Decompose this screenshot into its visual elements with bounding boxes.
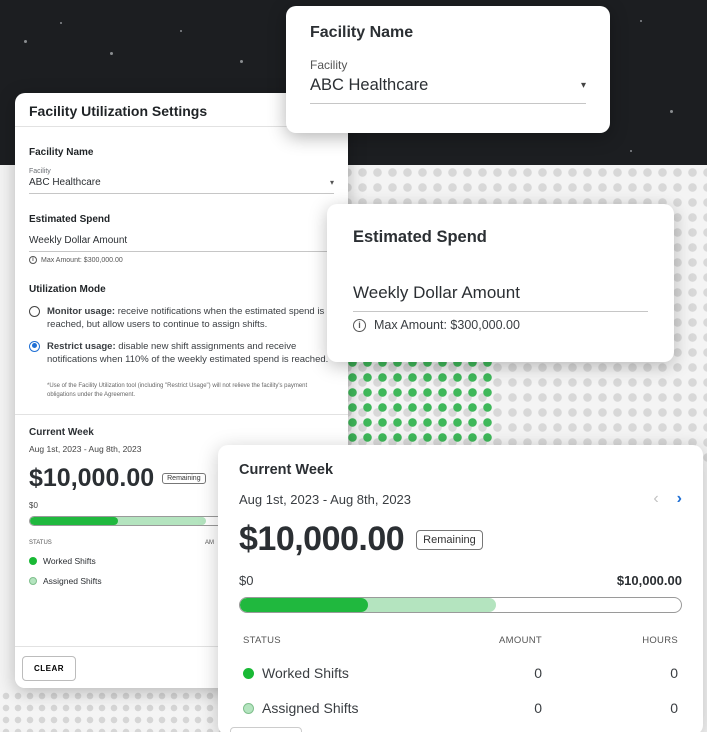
monitor-usage-radio[interactable] <box>29 306 40 317</box>
restrict-usage-title: Restrict usage: <box>47 340 116 352</box>
background-speck <box>110 52 113 55</box>
facility-select-value: ABC Healthcare <box>29 177 101 188</box>
assigned-shifts-label: Assigned Shifts <box>262 700 359 716</box>
week-navigation: ‹ › <box>653 490 682 508</box>
current-week-title: Current Week <box>29 427 94 439</box>
weekly-dollar-amount-input[interactable]: Weekly Dollar Amount <box>29 235 334 252</box>
week-card-title: Current Week <box>239 462 334 478</box>
spend-card-hint-text: Max Amount: $300,000.00 <box>374 318 520 332</box>
remaining-badge: Remaining <box>162 473 206 485</box>
utilization-disclaimer: *Use of the Facility Utilization tool (i… <box>47 383 308 399</box>
facility-field-label: Facility <box>29 168 51 175</box>
week-card-remaining-badge: Remaining <box>416 529 483 550</box>
worked-shifts-amount: 0 <box>534 665 542 681</box>
shift-status-table: STATUS AMOUNT HOURS Worked Shifts 0 0 As… <box>239 635 682 716</box>
background-speck <box>640 20 642 22</box>
week-card-min-label: $0 <box>239 573 254 588</box>
estimated-spend-card: Estimated Spend Weekly Dollar Amount i M… <box>327 204 674 362</box>
facility-card-select[interactable]: ABC Healthcare ▾ <box>310 76 586 104</box>
status-column-header: STATUS <box>243 635 281 646</box>
restrict-usage-text: Restrict usage: disable new shift assign… <box>47 340 334 367</box>
section-divider <box>15 414 348 416</box>
hours-column-header: HOURS <box>642 635 678 646</box>
chevron-right-icon[interactable]: › <box>677 490 682 508</box>
facility-name-card: Facility Name Facility ABC Healthcare ▾ <box>286 6 610 133</box>
week-card-remaining-amount: $10,000.00 <box>239 520 405 558</box>
restrict-usage-option[interactable]: Restrict usage: disable new shift assign… <box>29 340 334 367</box>
amount-column-header: AM <box>205 540 214 547</box>
chevron-left-icon[interactable]: ‹ <box>653 490 658 508</box>
info-circle-icon: i <box>353 318 366 332</box>
monitor-usage-text: Monitor usage: receive notifications whe… <box>47 305 334 332</box>
monitor-usage-option[interactable]: Monitor usage: receive notifications whe… <box>29 305 334 332</box>
status-column-header: STATUS <box>29 540 52 547</box>
worked-status-dot <box>243 667 254 679</box>
background-speck <box>180 30 182 32</box>
worked-shifts-hours: 0 <box>670 665 678 681</box>
estimated-spend-section-title: Estimated Spend <box>29 214 111 225</box>
worked-shifts-label: Worked Shifts <box>43 556 96 567</box>
current-week-card: Current Week Aug 1st, 2023 - Aug 8th, 20… <box>218 445 703 732</box>
info-circle-icon: i <box>29 256 37 264</box>
background-speck <box>60 22 62 24</box>
week-card-max-label: $10,000.00 <box>616 573 682 588</box>
week-card-footer-button[interactable] <box>230 727 302 732</box>
caret-down-icon: ▾ <box>329 178 334 187</box>
background-speck <box>24 40 27 43</box>
background-green-dot-pattern <box>345 355 495 445</box>
worked-progress-fill <box>240 598 368 612</box>
amount-column-header: AMOUNT <box>499 635 542 646</box>
assigned-status-dot <box>29 577 37 586</box>
week-card-amount-row: $10,000.00 Remaining <box>239 520 682 559</box>
spend-card-input[interactable]: Weekly Dollar Amount <box>353 283 648 312</box>
facility-card-label: Facility <box>310 58 348 72</box>
assigned-shifts-hours: 0 <box>670 700 678 716</box>
facility-section-title: Facility Name <box>29 147 94 158</box>
remaining-amount: $10,000.00 <box>29 464 155 493</box>
max-amount-hint: i Max Amount: $300,000.00 <box>29 256 334 264</box>
utilization-mode-section-title: Utilization Mode <box>29 284 106 295</box>
assigned-status-dot <box>243 702 254 714</box>
assigned-shifts-label: Assigned Shifts <box>43 576 102 587</box>
week-card-dates: Aug 1st, 2023 - Aug 8th, 2023 <box>239 491 412 507</box>
background-bottom-dot-pattern <box>0 690 230 732</box>
week-card-progress-bar <box>239 597 682 613</box>
worked-shifts-label: Worked Shifts <box>262 665 349 681</box>
week-card-date-row: Aug 1st, 2023 - Aug 8th, 2023 ‹ › <box>239 490 682 508</box>
worked-shifts-cell: Worked Shifts <box>243 665 422 681</box>
table-row: Assigned Shifts 0 0 <box>239 700 682 716</box>
max-amount-hint-text: Max Amount: $300,000.00 <box>41 256 123 264</box>
weekly-dollar-amount-placeholder: Weekly Dollar Amount <box>29 235 128 246</box>
worked-status-dot <box>29 557 37 566</box>
facility-card-title: Facility Name <box>310 24 414 41</box>
worked-progress-fill <box>30 517 118 526</box>
spend-card-title: Estimated Spend <box>353 228 487 246</box>
shift-status-table-header: STATUS AMOUNT HOURS <box>239 635 682 646</box>
table-row: Worked Shifts 0 0 <box>239 665 682 681</box>
week-card-range-labels: $0 $10,000.00 <box>239 573 682 588</box>
facility-card-value: ABC Healthcare <box>310 76 429 94</box>
assigned-shifts-amount: 0 <box>534 700 542 716</box>
background-speck <box>630 150 632 152</box>
restrict-usage-radio[interactable] <box>29 340 40 352</box>
background-speck <box>670 110 673 113</box>
caret-down-icon: ▾ <box>580 80 586 91</box>
background-speck <box>240 60 243 63</box>
clear-button[interactable]: CLEAR <box>22 656 77 681</box>
facility-select[interactable]: ABC Healthcare ▾ <box>29 177 334 194</box>
assigned-shifts-cell: Assigned Shifts <box>243 700 422 716</box>
monitor-usage-title: Monitor usage: <box>47 306 116 317</box>
spend-card-hint: i Max Amount: $300,000.00 <box>353 318 648 332</box>
